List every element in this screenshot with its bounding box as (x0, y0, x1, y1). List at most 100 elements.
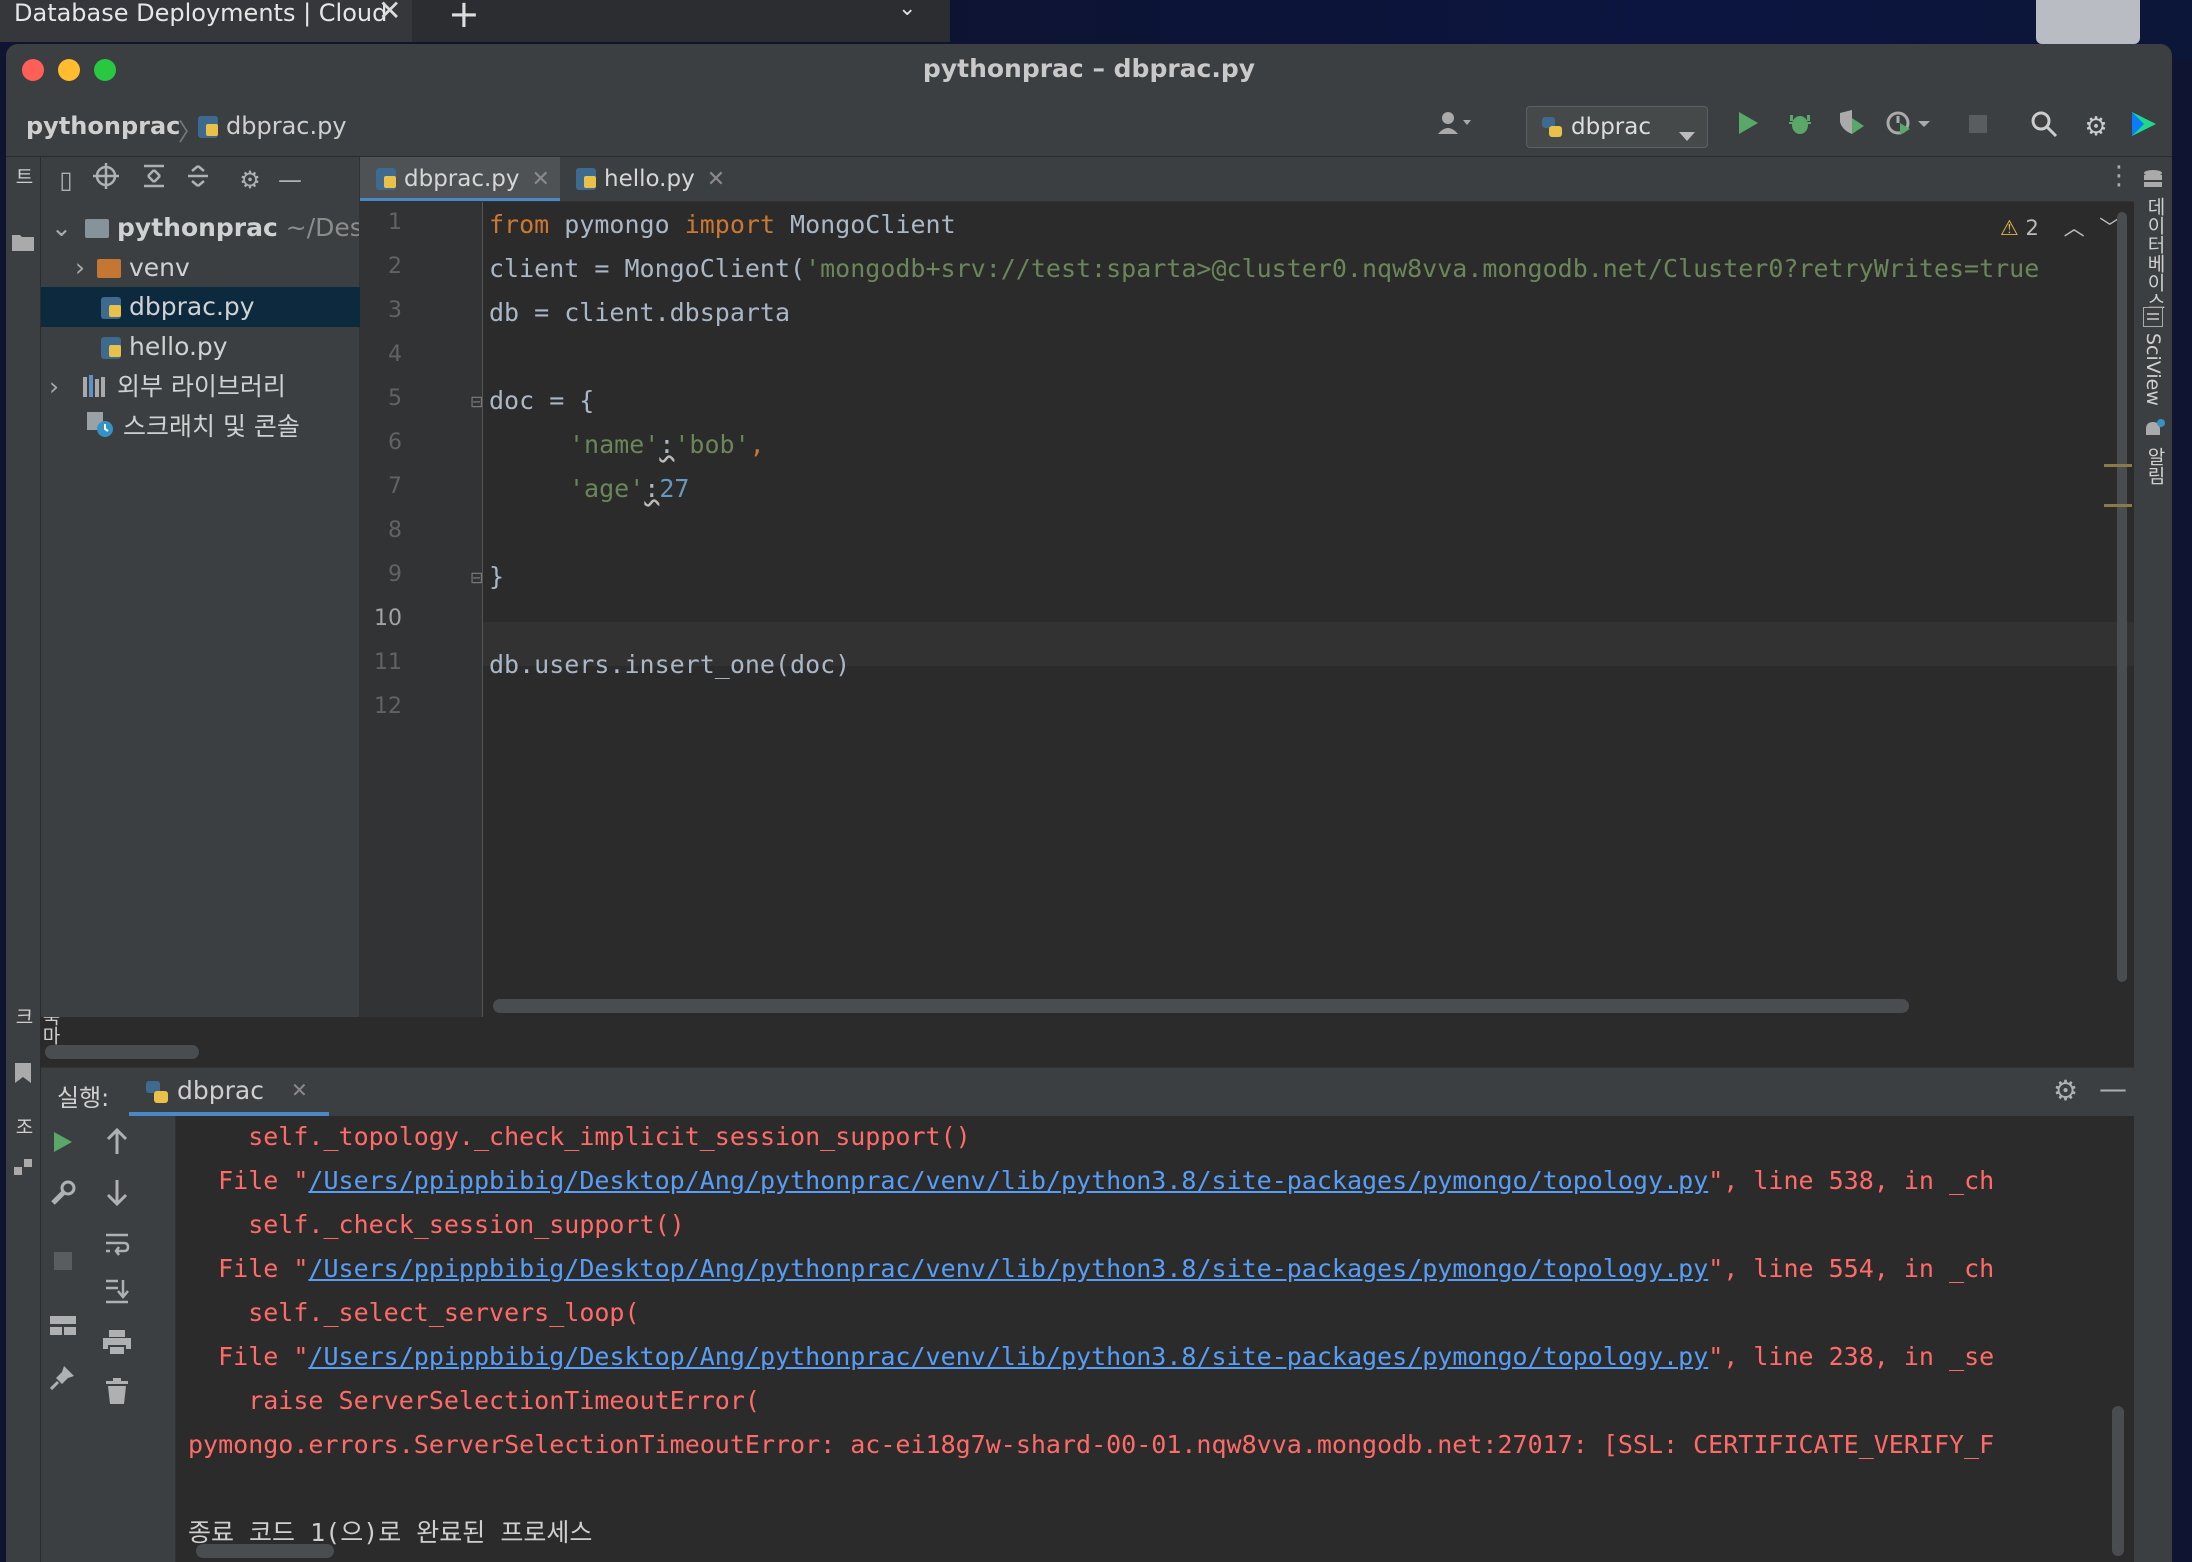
tree-root[interactable]: ⌄ pythonprac ~/Des (41, 208, 359, 248)
stop-icon[interactable] (45, 1246, 81, 1282)
code-editor[interactable]: from pymongo import MongoClient client =… (483, 202, 2134, 1017)
browser-tab[interactable]: Database Deployments | Cloud ✕ (0, 0, 412, 42)
minimize-icon[interactable]: — (2099, 1072, 2127, 1105)
sciview-icon[interactable] (2142, 306, 2164, 331)
database-icon[interactable] (2143, 169, 2163, 195)
debug-icon[interactable] (1782, 110, 1818, 144)
run-icon[interactable] (1730, 110, 1766, 144)
title-bar: pythonprac – dbprac.py (6, 44, 2172, 96)
file-link[interactable]: /Users/ppippbibig/Desktop/Ang/pythonprac… (308, 1254, 1708, 1283)
console-line: self._check_session_support() (188, 1210, 685, 1239)
expand-all-icon[interactable] (137, 163, 171, 197)
minimize-icon[interactable]: — (273, 163, 307, 197)
locate-icon[interactable] (89, 163, 123, 197)
run-configuration-select[interactable]: dbprac (1526, 106, 1708, 148)
chevron-up-icon[interactable]: ︿ (2064, 216, 2085, 240)
run-console[interactable]: self._topology._check_implicit_session_s… (176, 1116, 2134, 1562)
tree-item-scratches[interactable]: 스크래치 및 콘솔 (41, 407, 405, 447)
bookmark-icon[interactable] (14, 1063, 32, 1087)
structure-icon[interactable] (14, 1157, 32, 1181)
gear-icon[interactable]: ⚙ (2078, 110, 2114, 144)
file-link[interactable]: /Users/ppippbibig/Desktop/Ang/pythonprac… (308, 1166, 1708, 1195)
python-file-icon (101, 297, 121, 319)
line-number: 2 (388, 254, 402, 279)
line-number: 10 (374, 606, 402, 631)
line-number: 4 (388, 342, 402, 367)
tab-dbprac[interactable]: dbprac.py ✕ (360, 157, 560, 201)
inspection-widget[interactable]: ⚠ 2 ︿ ﹀ (2000, 212, 2120, 242)
print-icon[interactable] (99, 1330, 135, 1366)
close-icon[interactable]: ✕ (378, 0, 401, 25)
tree-item-external-libraries[interactable]: › 외부 라이브러리 (41, 367, 367, 407)
code-line-5: doc = { (489, 386, 595, 415)
breadcrumb-project[interactable]: pythonprac (26, 112, 180, 140)
user-icon[interactable] (1436, 110, 1472, 144)
trash-icon[interactable] (99, 1378, 135, 1414)
line-number: 3 (388, 298, 402, 323)
editor-hscrollbar[interactable] (493, 999, 1909, 1013)
console-line: raise ServerSelectionTimeoutError( (188, 1386, 760, 1415)
plugin-logo-icon[interactable] (2126, 110, 2162, 144)
gear-icon[interactable]: ⚙ (233, 163, 267, 197)
arrow-up-icon[interactable] (99, 1127, 135, 1164)
line-number: 8 (388, 518, 402, 543)
chevron-right-icon: › (49, 372, 59, 401)
arrow-down-icon[interactable] (99, 1180, 135, 1216)
search-icon[interactable] (2026, 110, 2062, 144)
rerun-icon[interactable] (45, 1128, 81, 1164)
warning-marker[interactable] (2104, 464, 2132, 467)
warning-count: 2 (2025, 216, 2039, 240)
editor-vscrollbar[interactable] (2117, 212, 2127, 982)
warning-marker[interactable] (2104, 504, 2132, 507)
notifications-tool-label[interactable]: 알림 (2142, 447, 2169, 487)
fold-icon[interactable]: ⊟ (470, 568, 483, 587)
close-icon[interactable]: ✕ (532, 167, 550, 192)
folder-icon (85, 219, 109, 238)
library-icon (82, 369, 109, 407)
line-number: 5 (388, 386, 402, 411)
desktop-widget (2036, 0, 2140, 44)
ide-window: pythonprac – dbprac.py pythonprac 〉 dbpr… (6, 44, 2172, 1562)
more-icon[interactable]: ⋮ (2106, 161, 2132, 191)
scratch-icon (87, 410, 115, 447)
tab-hello[interactable]: hello.py ✕ (560, 157, 730, 201)
fold-icon[interactable]: ⊟ (470, 392, 483, 411)
code-line-6: 'name':'bob', (569, 430, 765, 459)
console-line: self._topology._check_implicit_session_s… (188, 1122, 971, 1151)
console-line: self._select_servers_loop( (188, 1298, 640, 1327)
tree-item-venv[interactable]: › venv (41, 248, 393, 288)
warning-icon: ⚠ (2000, 216, 2019, 240)
stop-icon[interactable] (1960, 110, 1996, 144)
project-panel: ▯ ⚙ — ⌄ pythonprac ~/Des › venv dbprac.py … (41, 157, 419, 1059)
run-panel-header: 실행: dbprac ✕ ⚙ — (41, 1067, 2134, 1116)
sciview-tool-label[interactable]: SciView (2142, 333, 2164, 413)
new-tab-icon[interactable]: + (448, 0, 480, 36)
folder-icon[interactable] (12, 233, 34, 255)
collapse-all-icon[interactable] (181, 163, 215, 197)
database-tool-label[interactable]: 데이터베이스 (2142, 197, 2169, 317)
python-icon (1541, 116, 1563, 144)
tab-list-chevron-icon[interactable]: ⌄ (898, 0, 916, 21)
layout-icon[interactable] (45, 1312, 81, 1348)
python-file-icon (198, 116, 218, 138)
wrench-icon[interactable] (45, 1180, 81, 1216)
pin-icon[interactable] (45, 1364, 81, 1400)
scroll-to-end-icon[interactable] (99, 1278, 135, 1314)
close-icon[interactable]: ✕ (291, 1078, 308, 1102)
panel-options-icon[interactable]: ▯ (49, 163, 83, 197)
close-icon[interactable]: ✕ (707, 167, 725, 192)
file-link[interactable]: /Users/ppippbibig/Desktop/Ang/pythonprac… (308, 1342, 1708, 1371)
run-tab[interactable]: dbprac ✕ (129, 1068, 329, 1116)
gear-icon[interactable]: ⚙ (2053, 1074, 2078, 1107)
console-hscrollbar[interactable] (196, 1544, 334, 1558)
project-hscrollbar[interactable] (45, 1045, 199, 1059)
soft-wrap-icon[interactable] (99, 1230, 135, 1266)
coverage-icon[interactable] (1834, 110, 1870, 144)
console-vscrollbar[interactable] (2112, 1406, 2124, 1556)
code-line-11: db.users.insert_one(doc) (489, 650, 851, 679)
breadcrumb-file[interactable]: dbprac.py (198, 112, 347, 140)
line-number: 6 (388, 430, 402, 455)
right-tool-stripe: 데이터베이스 SciView 알림 (2133, 157, 2172, 1562)
profile-icon[interactable] (1886, 110, 1930, 144)
bell-icon[interactable] (2143, 419, 2165, 445)
